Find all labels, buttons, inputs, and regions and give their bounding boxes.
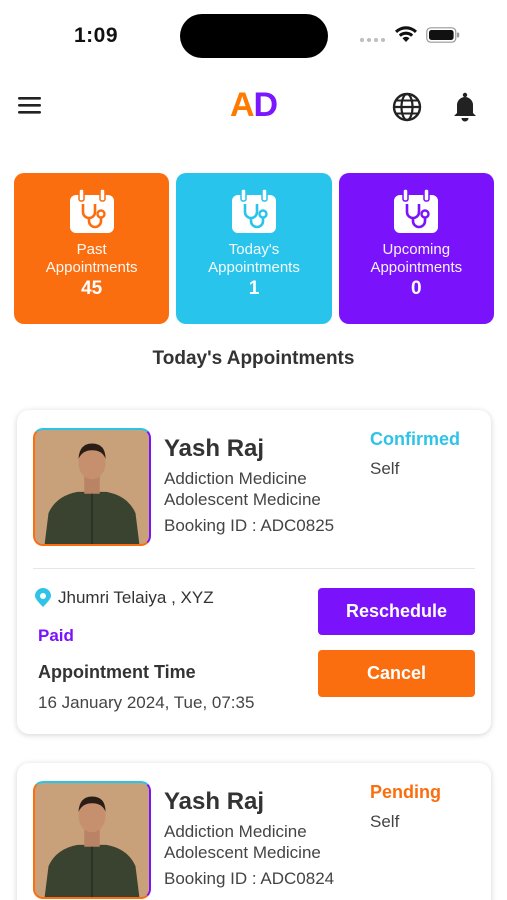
upcoming-appointments-card[interactable]: Upcoming Appointments 0 bbox=[338, 173, 494, 324]
divider bbox=[33, 568, 475, 569]
patient-relation: Self bbox=[370, 459, 400, 478]
doctor-avatar bbox=[33, 428, 151, 546]
todays-appointments-card[interactable]: Today's Appointments 1 bbox=[176, 173, 332, 324]
doctor-specialty: Addiction Medicine bbox=[164, 822, 307, 841]
stat-count: 0 bbox=[411, 278, 422, 299]
stat-label-line1: Upcoming bbox=[382, 241, 451, 258]
stat-count: 1 bbox=[248, 278, 260, 299]
app-header: AD bbox=[0, 80, 507, 132]
calendar-stethoscope-icon bbox=[394, 188, 439, 233]
stat-label-line2: Appointments bbox=[370, 259, 463, 276]
calendar-stethoscope-icon bbox=[69, 188, 114, 233]
bell-icon[interactable] bbox=[451, 91, 479, 123]
appointment-time: 16 January 2024, Tue, 07:35 bbox=[38, 693, 255, 712]
status-badge: Confirmed bbox=[370, 429, 460, 449]
status-time: 1:09 bbox=[74, 24, 119, 47]
battery-icon bbox=[426, 27, 460, 43]
doctor-name: Yash Raj bbox=[164, 435, 265, 462]
logo-letter-d: D bbox=[253, 86, 279, 124]
stat-label-line2: Appointments bbox=[45, 259, 138, 276]
booking-id: Booking ID : ADC0825 bbox=[164, 516, 335, 535]
appointment-location: Jhumri Telaiya , XYZ bbox=[58, 588, 214, 607]
wifi-icon bbox=[395, 26, 417, 42]
logo-letter-a: A bbox=[229, 86, 255, 124]
camera-notch bbox=[180, 14, 328, 58]
doctor-specialty: Addiction Medicine bbox=[164, 469, 307, 488]
stat-label-line2: Appointments bbox=[208, 259, 300, 276]
stat-label-line1: Past bbox=[76, 241, 107, 258]
section-title: Today's Appointments bbox=[152, 348, 355, 369]
appointment-card: Yash Raj Addiction Medicine Adolescent M… bbox=[17, 410, 491, 734]
doctor-avatar bbox=[33, 781, 151, 899]
booking-id: Booking ID : ADC0824 bbox=[164, 869, 335, 888]
calendar-stethoscope-icon bbox=[231, 188, 276, 233]
payment-status: Paid bbox=[38, 626, 74, 645]
app-logo: AD bbox=[0, 86, 507, 125]
appointment-time-label: Appointment Time bbox=[38, 662, 196, 682]
cancel-button[interactable]: Cancel bbox=[318, 650, 475, 697]
appointment-card: Yash Raj Addiction Medicine Adolescent M… bbox=[17, 763, 491, 900]
appointment-stats: Past Appointments 45 Today's Appointment… bbox=[14, 173, 494, 324]
past-appointments-card[interactable]: Past Appointments 45 bbox=[14, 173, 170, 324]
signal-icon bbox=[360, 38, 385, 42]
reschedule-button[interactable]: Reschedule bbox=[318, 588, 475, 635]
stat-label-line1: Today's bbox=[228, 241, 280, 258]
status-bar: 1:09 bbox=[0, 0, 507, 70]
stat-count: 45 bbox=[81, 278, 103, 299]
doctor-specialty: Adolescent Medicine bbox=[164, 843, 321, 862]
status-badge: Pending bbox=[370, 782, 441, 802]
globe-icon[interactable] bbox=[391, 91, 423, 123]
doctor-name: Yash Raj bbox=[164, 788, 265, 815]
location-pin-icon bbox=[35, 588, 51, 607]
doctor-specialty: Adolescent Medicine bbox=[164, 490, 321, 509]
patient-relation: Self bbox=[370, 812, 400, 831]
